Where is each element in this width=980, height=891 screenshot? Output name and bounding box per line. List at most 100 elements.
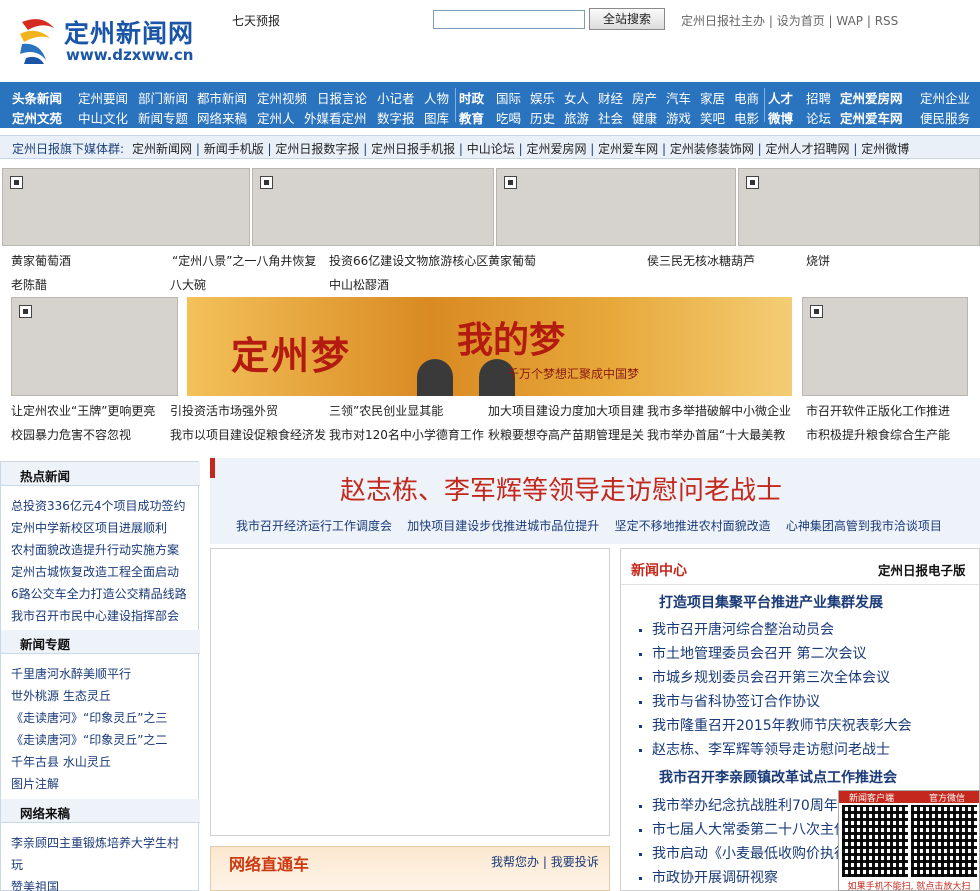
dream-banner[interactable]: 定州梦 我的梦 千万个梦想汇聚成中国梦 xyxy=(187,297,792,396)
photo-thumbnail[interactable] xyxy=(2,168,250,246)
photo-caption[interactable]: 烧饼 xyxy=(806,252,830,269)
news-center-lead[interactable]: 我市召开李亲顾镇改革试点工作推进会 xyxy=(659,767,897,787)
photo-caption[interactable]: 我市举办首届“十大最美教 xyxy=(647,426,785,443)
nav-item[interactable]: 健康 xyxy=(632,108,657,127)
sidebar-topic-item[interactable]: 千年古县 水山灵丘 xyxy=(11,753,111,770)
nav-item[interactable]: 便民服务 xyxy=(920,108,970,127)
media-link[interactable]: 定州爱车网 xyxy=(598,142,658,156)
sidebar-contrib-item[interactable]: 李亲顾四主重锻炼培养大学生村 xyxy=(11,834,179,851)
news-center-item[interactable]: 我市启动《小麦最低收购价执行 xyxy=(639,843,848,863)
sidebar-news-item[interactable]: 农村面貌改造提升行动实施方案 xyxy=(11,541,179,558)
photo-caption[interactable]: 八大碗 xyxy=(170,276,206,293)
nav-item[interactable]: 吃喝 xyxy=(496,108,521,127)
headline-sub-link[interactable]: 我市召开经济运行工作调度会 xyxy=(236,519,392,533)
set-homepage-link[interactable]: 设为首页 xyxy=(777,14,825,28)
nav-item[interactable]: 头条新闻 xyxy=(12,91,62,106)
nav-item[interactable]: 网络来稿 xyxy=(197,108,247,127)
photo-caption[interactable]: “定州八景”之一八角井恢复 xyxy=(172,252,316,269)
news-center-item[interactable]: 市七届人大常委第二十八次主任 xyxy=(639,819,848,839)
publisher-link[interactable]: 定州日报社主办 xyxy=(681,14,765,28)
nav-item[interactable]: 国际 xyxy=(496,88,521,107)
photo-caption[interactable]: 中山松醪酒 xyxy=(329,276,389,293)
media-link[interactable]: 定州人才招聘网 xyxy=(766,142,850,156)
nav-item[interactable]: 新闻专题 xyxy=(138,108,188,127)
media-link[interactable]: 定州新闻网 xyxy=(132,142,192,156)
nav-item[interactable]: 都市新闻 xyxy=(197,88,247,107)
nav-item[interactable]: 人才 xyxy=(768,91,793,106)
photo-caption[interactable]: 校园暴力危害不容忽视 xyxy=(11,426,131,443)
photo-caption[interactable]: 黄家葡萄酒 xyxy=(11,252,71,269)
news-center-item[interactable]: 我市隆重召开2015年教师节庆祝表彰大会 xyxy=(639,715,912,735)
nav-item[interactable]: 社会 xyxy=(598,108,623,127)
media-link[interactable]: 定州微博 xyxy=(861,142,909,156)
nav-item[interactable]: 定州文苑 xyxy=(12,111,62,126)
photo-caption[interactable]: 我市以项目建设促粮食经济发 xyxy=(170,426,326,443)
nav-item[interactable]: 定州爱房网 xyxy=(840,91,903,106)
news-center-item[interactable]: 市土地管理委员会召开 第二次会议 xyxy=(639,643,866,663)
photo-caption[interactable]: 我市多举措破解中小微企业 xyxy=(647,402,791,419)
photo-caption[interactable]: 三领”农民创业显其能 xyxy=(329,402,443,419)
site-logo[interactable]: 定州新闻网 www.dzxww.cn xyxy=(16,12,193,68)
nav-item[interactable]: 女人 xyxy=(564,88,589,107)
search-input[interactable] xyxy=(433,10,585,29)
wap-link[interactable]: WAP xyxy=(836,14,863,28)
news-center-lead[interactable]: 打造项目集聚平台推进产业集群发展 xyxy=(659,592,883,612)
news-center-item[interactable]: 我市召开唐河综合整治动员会 xyxy=(639,619,834,639)
photo-caption[interactable]: 老陈醋 xyxy=(11,276,47,293)
media-link[interactable]: 新闻手机版 xyxy=(204,142,264,156)
sidebar-news-item[interactable]: 我市召开市民中心建设指挥部会 xyxy=(11,607,179,624)
media-link[interactable]: 中山论坛 xyxy=(467,142,515,156)
photo-caption[interactable]: 市积极提升粮食综合生产能 xyxy=(806,426,950,443)
nav-item[interactable]: 图库 xyxy=(424,108,449,127)
rss-link[interactable]: RSS xyxy=(875,14,899,28)
sidebar-topic-item[interactable]: 《走读唐河》“印象灵丘”之三 xyxy=(11,709,167,726)
nav-item[interactable]: 部门新闻 xyxy=(138,88,188,107)
sidebar-news-item[interactable]: 总投资336亿元4个项目成功签约 xyxy=(11,497,186,514)
photo-thumbnail[interactable] xyxy=(738,168,980,246)
nav-item[interactable]: 招聘 xyxy=(806,88,831,107)
headline-title[interactable]: 赵志栋、李军辉等领导走访慰问老战士 xyxy=(340,470,782,507)
nav-item[interactable]: 历史 xyxy=(530,108,555,127)
news-center-item[interactable]: 我市与省科协签订合作协议 xyxy=(639,691,820,711)
news-center-item[interactable]: 市城乡规划委员会召开第三次全体会议 xyxy=(639,667,890,687)
weather-link[interactable]: 七天预报 xyxy=(232,12,280,29)
nav-item[interactable]: 时政 xyxy=(459,91,484,106)
nav-item[interactable]: 定州视频 xyxy=(257,88,307,107)
photo-caption[interactable]: 侯三民无核冰糖葫芦 xyxy=(647,252,755,269)
headline-sub-link[interactable]: 加快项目建设步伐推进城市品位提升 xyxy=(407,519,599,533)
help-me-link[interactable]: 我帮您办 xyxy=(491,855,539,869)
news-center-item[interactable]: 市政协开展调研视察 xyxy=(639,867,778,887)
photo-caption[interactable]: 我市对120名中小学德育工作 xyxy=(329,426,484,443)
nav-item[interactable]: 定州企业 xyxy=(920,88,970,107)
nav-item[interactable]: 人物 xyxy=(424,88,449,107)
nav-item[interactable]: 小记者 xyxy=(377,88,415,107)
photo-caption[interactable]: 引投资活市场强外贸 xyxy=(170,402,278,419)
sidebar-news-item[interactable]: 定州古城恢复改造工程全面启动 xyxy=(11,563,179,580)
qr-code-float[interactable]: 新闻客户端 官方微信 如果手机不能扫, 就点击放大扫 xyxy=(838,790,980,891)
nav-item[interactable]: 教育 xyxy=(459,111,484,126)
news-center-item[interactable]: 我市举办纪念抗战胜利70周年 xyxy=(639,795,838,815)
nav-item[interactable]: 外媒看定州 xyxy=(304,108,367,127)
sidebar-topic-item[interactable]: 图片注解 xyxy=(11,775,59,792)
sidebar-topic-item[interactable]: 《走读唐河》“印象灵丘”之二 xyxy=(11,731,167,748)
photo-thumbnail[interactable] xyxy=(11,297,178,396)
nav-item[interactable]: 论坛 xyxy=(806,108,831,127)
news-center-item[interactable]: 赵志栋、李军辉等领导走访慰问老战士 xyxy=(639,739,890,759)
headline-sub-link[interactable]: 坚定不移地推进农村面貌改造 xyxy=(615,519,771,533)
photo-thumbnail[interactable] xyxy=(802,297,968,396)
headline-sub-link[interactable]: 心神集团高管到我市洽谈项目 xyxy=(786,519,942,533)
photo-caption[interactable]: 让定州农业“王牌”更响更亮 xyxy=(11,402,155,419)
sidebar-news-item[interactable]: 定州中学新校区项目进展顺利 xyxy=(11,519,167,536)
photo-caption[interactable]: 黄家葡萄 xyxy=(488,252,536,269)
nav-item[interactable]: 房产 xyxy=(632,88,657,107)
photo-thumbnail[interactable] xyxy=(496,168,736,246)
photo-caption[interactable]: 秋粮要想夺高产苗期管理是关 xyxy=(488,426,644,443)
media-link[interactable]: 定州日报数字报 xyxy=(275,142,359,156)
media-link[interactable]: 定州日报手机报 xyxy=(371,142,455,156)
nav-item[interactable]: 游戏 xyxy=(666,108,691,127)
nav-item[interactable]: 电影 xyxy=(734,108,759,127)
photo-caption[interactable]: 市召开软件正版化工作推进 xyxy=(806,402,950,419)
epaper-link[interactable]: 定州日报电子版 xyxy=(878,560,966,579)
nav-item[interactable]: 娱乐 xyxy=(530,88,555,107)
nav-item[interactable]: 笑吧 xyxy=(700,108,725,127)
